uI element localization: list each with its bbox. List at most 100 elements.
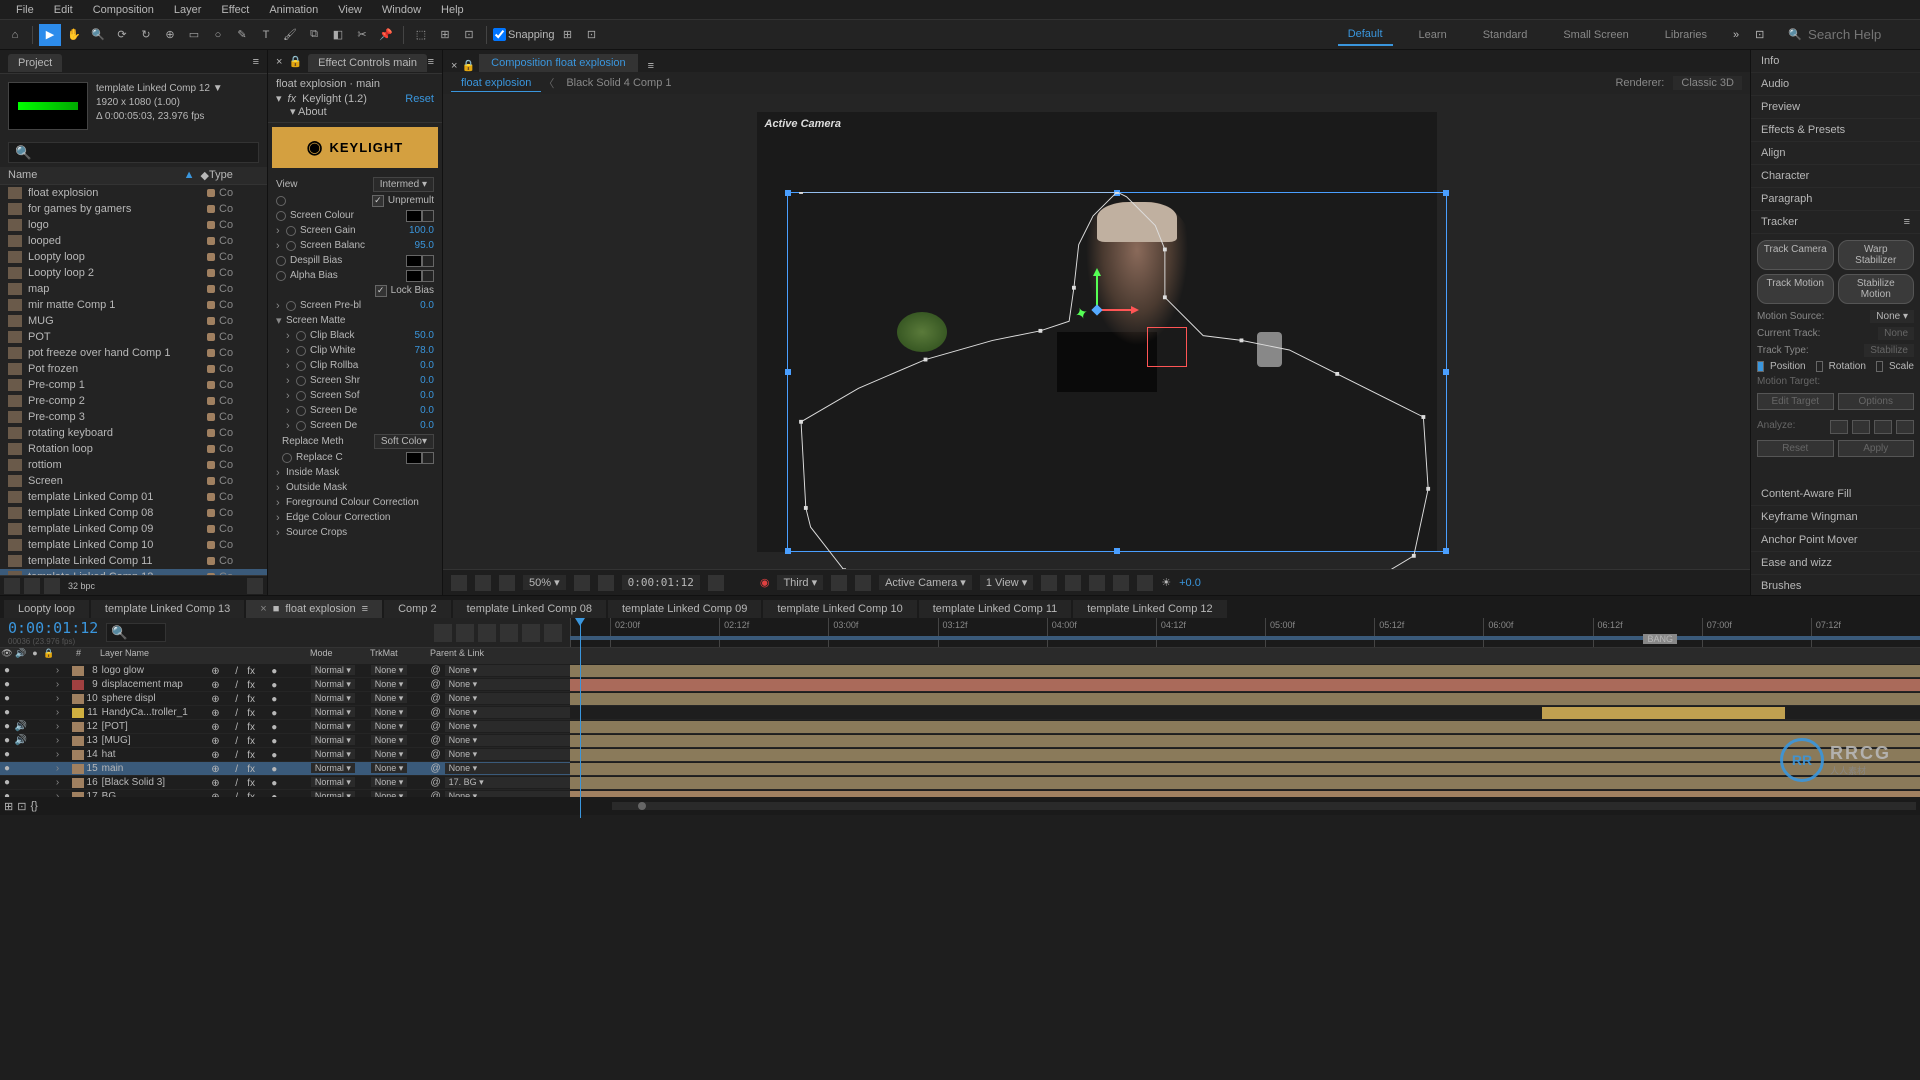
project-item[interactable]: Pot frozenCo	[0, 361, 267, 377]
right-panel-item[interactable]: Effects & Presets	[1751, 119, 1920, 142]
timeline-button[interactable]	[1113, 575, 1129, 591]
menu-composition[interactable]: Composition	[83, 2, 164, 18]
frame-blend-switch[interactable]	[259, 764, 269, 774]
param-value[interactable]: 0.0	[394, 360, 434, 371]
work-area-bar[interactable]	[570, 636, 1920, 640]
trkmat-dropdown[interactable]: None ▾	[371, 763, 408, 773]
right-panel-item[interactable]: Ease and wizz	[1751, 552, 1920, 575]
eraser-tool[interactable]: ◧	[327, 24, 349, 46]
layer-color[interactable]	[72, 764, 84, 774]
project-search-input[interactable]	[8, 142, 259, 163]
3d-switch[interactable]	[295, 666, 305, 676]
layer-arrow[interactable]: ›	[56, 693, 70, 704]
fx-switch[interactable]: fx	[247, 708, 257, 718]
edit-target-button[interactable]: Edit Target	[1757, 393, 1834, 410]
analyze-back-button[interactable]	[1852, 420, 1870, 434]
new-comp-button[interactable]	[44, 578, 60, 594]
ellipse-tool[interactable]: ○	[207, 24, 229, 46]
analyze-fwd-one-button[interactable]	[1896, 420, 1914, 434]
world-axis-tool[interactable]: ⊞	[434, 24, 456, 46]
eyedropper-icon[interactable]	[422, 452, 434, 464]
layer-bar[interactable]	[570, 791, 1920, 797]
stopwatch-icon[interactable]	[286, 301, 296, 311]
pen-tool[interactable]: ✎	[231, 24, 253, 46]
subtab-black-solid[interactable]: Black Solid 4 Comp 1	[556, 75, 681, 92]
timeline-tracks[interactable]	[570, 664, 1920, 797]
project-item[interactable]: MUGCo	[0, 313, 267, 329]
timeline-track[interactable]	[570, 664, 1920, 678]
timeline-layer-row[interactable]: ● 🔊 › 12 [POT] ⊕ / fx ● Normal ▾ None ▾ …	[0, 720, 570, 734]
mode-dropdown[interactable]: Normal ▾	[311, 665, 355, 675]
frame-blend-switch[interactable]	[259, 708, 269, 718]
frame-blend-switch[interactable]	[259, 778, 269, 788]
col-trkmat[interactable]: TrkMat	[370, 648, 430, 664]
timeline-track[interactable]	[570, 678, 1920, 692]
project-item[interactable]: Pre-comp 3Co	[0, 409, 267, 425]
workspace-standard[interactable]: Standard	[1473, 25, 1538, 45]
timeline-track[interactable]	[570, 692, 1920, 706]
timeline-track[interactable]	[570, 748, 1920, 762]
menu-file[interactable]: File	[6, 2, 44, 18]
project-item[interactable]: Loopty loop 2Co	[0, 265, 267, 281]
comp-mini-flowchart-button[interactable]	[434, 624, 452, 642]
timeline-layer-row[interactable]: ● › 16 [Black Solid 3] ⊕ / fx ● Normal ▾…	[0, 776, 570, 790]
trkmat-dropdown[interactable]: None ▾	[371, 735, 408, 745]
eyedropper-icon[interactable]	[422, 210, 434, 222]
collapse-switch[interactable]	[223, 694, 233, 704]
alpha-button[interactable]	[451, 575, 467, 591]
section-arrow[interactable]: ›	[276, 497, 286, 509]
adjustment-switch[interactable]	[283, 736, 293, 746]
snapping-icon[interactable]: ⊡	[581, 24, 603, 46]
col-parent[interactable]: Parent & Link	[430, 648, 570, 664]
visibility-toggle[interactable]: ●	[0, 679, 14, 690]
layer-color[interactable]	[72, 750, 84, 760]
analyze-back-one-button[interactable]	[1830, 420, 1848, 434]
project-item[interactable]: ScreenCo	[0, 473, 267, 489]
menu-view[interactable]: View	[328, 2, 372, 18]
timeline-tab[interactable]: template Linked Comp 13	[91, 600, 244, 618]
timeline-tab[interactable]: template Linked Comp 12	[1073, 600, 1226, 618]
project-col-type[interactable]: Type	[209, 169, 259, 182]
mode-dropdown[interactable]: Normal ▾	[311, 777, 355, 787]
eyedropper-icon[interactable]	[422, 255, 434, 267]
timeline-track[interactable]	[570, 706, 1920, 720]
project-item[interactable]: template Linked Comp 11Co	[0, 553, 267, 569]
color-swatch[interactable]	[406, 270, 422, 282]
camera-dropdown[interactable]: Active Camera ▾	[879, 575, 972, 590]
trkmat-dropdown[interactable]: None ▾	[371, 665, 408, 675]
new-folder-button[interactable]	[24, 578, 40, 594]
warp-stabilizer-button[interactable]: Warp Stabilizer	[1838, 240, 1915, 270]
stopwatch-icon[interactable]	[286, 241, 296, 251]
fx-switch[interactable]: fx	[247, 694, 257, 704]
collapse-switch[interactable]	[223, 666, 233, 676]
timeline-tab[interactable]: template Linked Comp 09	[608, 600, 761, 618]
pickwhip-icon[interactable]: @	[430, 707, 440, 718]
layer-color[interactable]	[72, 736, 84, 746]
motion-blur-switch[interactable]: ●	[271, 680, 281, 690]
selection-tool[interactable]: ▶	[39, 24, 61, 46]
visibility-toggle[interactable]: ●	[0, 721, 14, 732]
motion-blur-switch[interactable]: ●	[271, 722, 281, 732]
project-item[interactable]: rotating keyboardCo	[0, 425, 267, 441]
current-track-dropdown[interactable]: None	[1878, 327, 1914, 340]
timeline-timecode[interactable]: 0:00:01:12	[8, 619, 98, 637]
about-arrow[interactable]: ▾	[290, 106, 296, 118]
adjustment-switch[interactable]	[283, 680, 293, 690]
3d-switch[interactable]	[295, 708, 305, 718]
layer-bar[interactable]	[570, 777, 1920, 789]
pickwhip-icon[interactable]: @	[430, 721, 440, 732]
project-item[interactable]: Loopty loopCo	[0, 249, 267, 265]
comp-tab-lock-icon[interactable]: 🔒	[461, 59, 475, 72]
timeline-ruler[interactable]: 02:00f02:12f03:00f03:12f04:00f04:12f05:0…	[570, 618, 1920, 647]
frame-blend-switch[interactable]	[259, 680, 269, 690]
toggle-modes-button[interactable]: ⊡	[17, 800, 26, 813]
matte-arrow[interactable]: ▾	[276, 314, 286, 327]
local-axis-tool[interactable]: ⬚	[410, 24, 432, 46]
workspace-reset-icon[interactable]: ⊡	[1755, 28, 1764, 41]
project-item[interactable]: pot freeze over hand Comp 1Co	[0, 345, 267, 361]
timeline-search-input[interactable]	[106, 623, 166, 642]
frame-blend-switch[interactable]	[259, 666, 269, 676]
snapshot-button[interactable]	[708, 575, 724, 591]
right-panel-item[interactable]: Content-Aware Fill	[1751, 483, 1920, 506]
visibility-toggle[interactable]: ●	[0, 665, 14, 676]
